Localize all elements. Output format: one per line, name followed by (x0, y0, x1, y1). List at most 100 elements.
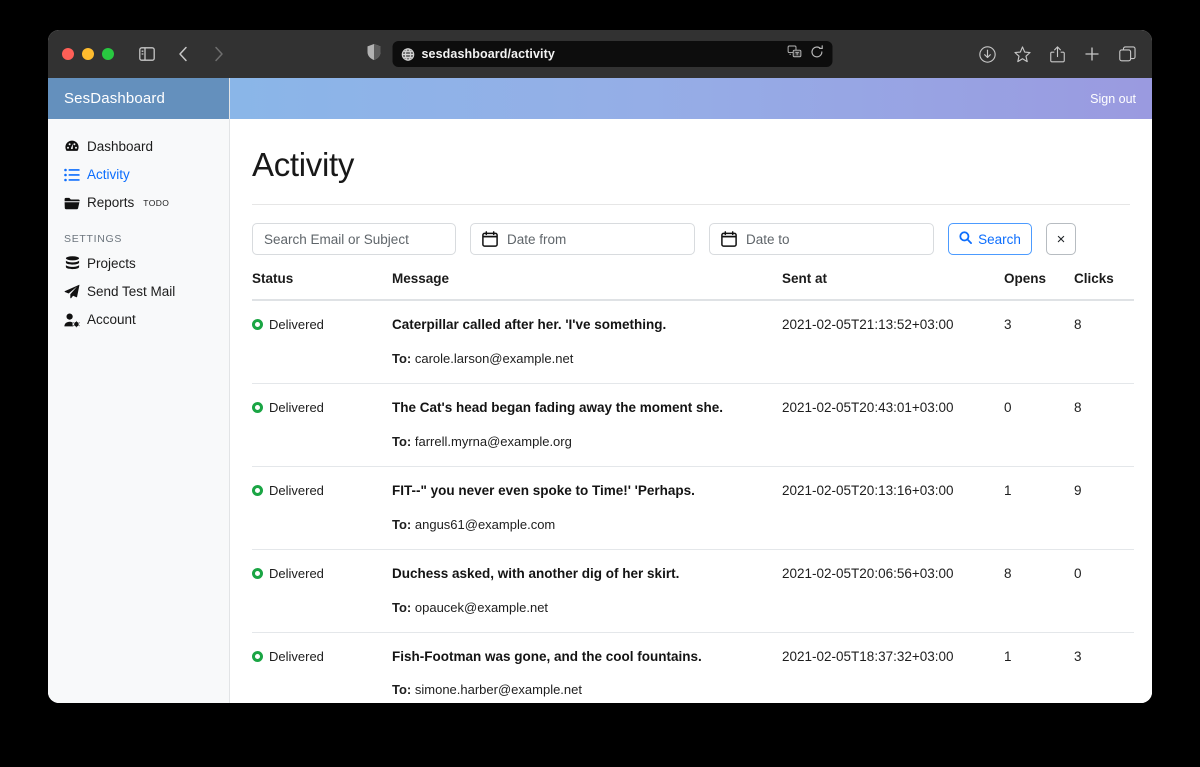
search-button-label: Search (978, 231, 1021, 247)
date-to-input[interactable]: Date to (709, 223, 934, 255)
table-body: Delivered Caterpillar called after her. … (252, 300, 1134, 703)
message-recipient: To: farrell.myrna@example.org (392, 434, 782, 449)
status-badge: Delivered (269, 565, 324, 581)
sidebar-item-label: Account (87, 312, 136, 328)
table-row[interactable]: Delivered Fish-Footman was gone, and the… (252, 632, 1134, 703)
browser-toolbar: sesdashboard/activity (48, 30, 1152, 78)
sidebar-item-reports[interactable]: Reports TODO (48, 189, 229, 217)
sidebar-item-account[interactable]: Account (48, 306, 229, 334)
status-delivered-icon (252, 567, 263, 579)
search-button[interactable]: Search (948, 223, 1032, 255)
column-header-message[interactable]: Message (392, 271, 782, 301)
back-arrow-icon[interactable] (174, 45, 192, 63)
url-text: sesdashboard/activity (421, 47, 555, 61)
sidebar-item-label: Projects (87, 256, 136, 272)
cell-status: Delivered (252, 632, 392, 703)
cell-message: FIT--" you never even spoke to Time!' 'P… (392, 466, 782, 550)
forward-arrow-icon[interactable] (210, 45, 228, 63)
column-header-clicks[interactable]: Clicks (1074, 271, 1134, 301)
sidebar-toggle-icon[interactable] (138, 45, 156, 63)
sidebar-item-label: Send Test Mail (87, 284, 176, 300)
clear-filters-button[interactable]: × (1046, 223, 1076, 255)
date-to-placeholder: Date to (746, 231, 790, 247)
to-prefix-label: To: (392, 350, 412, 366)
cell-sent-at: 2021-02-05T20:43:01+03:00 (782, 383, 1004, 467)
tab-overview-icon[interactable] (1118, 45, 1136, 63)
translate-icon[interactable] (787, 45, 802, 63)
main-column: Sign out Activity Search Email or Subjec… (230, 78, 1152, 703)
status-badge: Delivered (269, 317, 324, 332)
brand-title[interactable]: SesDashboard (48, 78, 229, 119)
cell-message: The Cat's head began fading away the mom… (392, 383, 782, 467)
cell-sent-at: 2021-02-05T20:06:56+03:00 (782, 549, 1004, 633)
status-delivered-icon (252, 484, 263, 496)
search-icon (959, 231, 973, 247)
sign-out-link[interactable]: Sign out (1090, 92, 1136, 106)
table-row[interactable]: Delivered FIT--" you never even spoke to… (252, 466, 1134, 550)
search-input-placeholder: Search Email or Subject (264, 231, 409, 247)
download-icon[interactable] (978, 45, 996, 63)
date-from-placeholder: Date from (507, 231, 567, 247)
cell-clicks: 3 (1074, 632, 1134, 703)
page-title: Activity (252, 119, 1130, 205)
message-subject: Fish-Footman was gone, and the cool foun… (392, 648, 702, 664)
cell-sent-at: 2021-02-05T20:13:16+03:00 (782, 466, 1004, 550)
to-prefix-label: To: (392, 599, 412, 615)
url-bar-actions (787, 44, 824, 64)
column-header-sent-at[interactable]: Sent at (782, 271, 1004, 301)
to-prefix-label: To: (392, 516, 412, 532)
sidebar-section-settings: SETTINGS (64, 233, 123, 245)
table-row[interactable]: Delivered Caterpillar called after her. … (252, 300, 1134, 384)
plus-icon[interactable] (1083, 45, 1101, 63)
maximize-window-button[interactable] (102, 48, 114, 60)
close-window-button[interactable] (62, 48, 74, 60)
calendar-icon (721, 231, 737, 247)
calendar-icon (482, 231, 498, 247)
reload-icon[interactable] (811, 44, 824, 64)
sidebar-item-projects[interactable]: Projects (48, 250, 229, 278)
address-bar-region: sesdashboard/activity (367, 41, 833, 67)
window-controls[interactable] (62, 48, 114, 60)
search-input[interactable]: Search Email or Subject (252, 223, 456, 255)
browser-toolbar-actions (978, 45, 1136, 63)
sidebar-item-activity[interactable]: Activity (48, 161, 229, 189)
top-bar: Sign out (230, 78, 1152, 119)
to-prefix-label: To: (392, 682, 412, 698)
cell-opens: 1 (1004, 466, 1074, 550)
sidebar: SesDashboard Dashboard Activity Reports … (48, 78, 230, 703)
speedometer-icon (64, 139, 80, 155)
cell-clicks: 9 (1074, 466, 1134, 550)
sidebar-item-send-test-mail[interactable]: Send Test Mail (48, 278, 229, 306)
cell-status: Delivered (252, 549, 392, 633)
message-subject: FIT--" you never even spoke to Time!' 'P… (392, 482, 695, 498)
cell-opens: 1 (1004, 632, 1074, 703)
activity-table: Status Message Sent at Opens Clicks Deli… (252, 271, 1134, 703)
minimize-window-button[interactable] (82, 48, 94, 60)
cell-clicks: 8 (1074, 383, 1134, 467)
cell-opens: 3 (1004, 300, 1074, 384)
recipient-email: carole.larson@example.net (414, 350, 574, 366)
message-recipient: To: simone.harber@example.net (392, 682, 782, 697)
table-row[interactable]: Delivered The Cat's head began fading aw… (252, 383, 1134, 467)
browser-nav-controls (138, 45, 228, 63)
message-subject: Caterpillar called after her. 'I've some… (392, 317, 667, 332)
status-delivered-icon (252, 319, 263, 330)
shield-icon[interactable] (367, 43, 381, 65)
url-bar[interactable]: sesdashboard/activity (392, 41, 833, 67)
share-icon[interactable] (1048, 45, 1066, 63)
cell-message: Duchess asked, with another dig of her s… (392, 549, 782, 633)
column-header-status[interactable]: Status (252, 271, 392, 301)
column-header-opens[interactable]: Opens (1004, 271, 1074, 301)
sidebar-nav: Dashboard Activity Reports TODO SETTINGS… (48, 119, 229, 334)
recipient-email: farrell.myrna@example.org (414, 433, 572, 449)
sidebar-item-dashboard[interactable]: Dashboard (48, 133, 229, 161)
date-from-input[interactable]: Date from (470, 223, 695, 255)
table-row[interactable]: Delivered Duchess asked, with another di… (252, 549, 1134, 633)
message-recipient: To: angus61@example.com (392, 517, 782, 532)
paper-plane-icon (64, 284, 80, 300)
cell-status: Delivered (252, 383, 392, 467)
status-badge: Delivered (269, 399, 324, 415)
star-icon[interactable] (1013, 45, 1031, 63)
cell-status: Delivered (252, 466, 392, 550)
message-subject: The Cat's head began fading away the mom… (392, 399, 724, 415)
